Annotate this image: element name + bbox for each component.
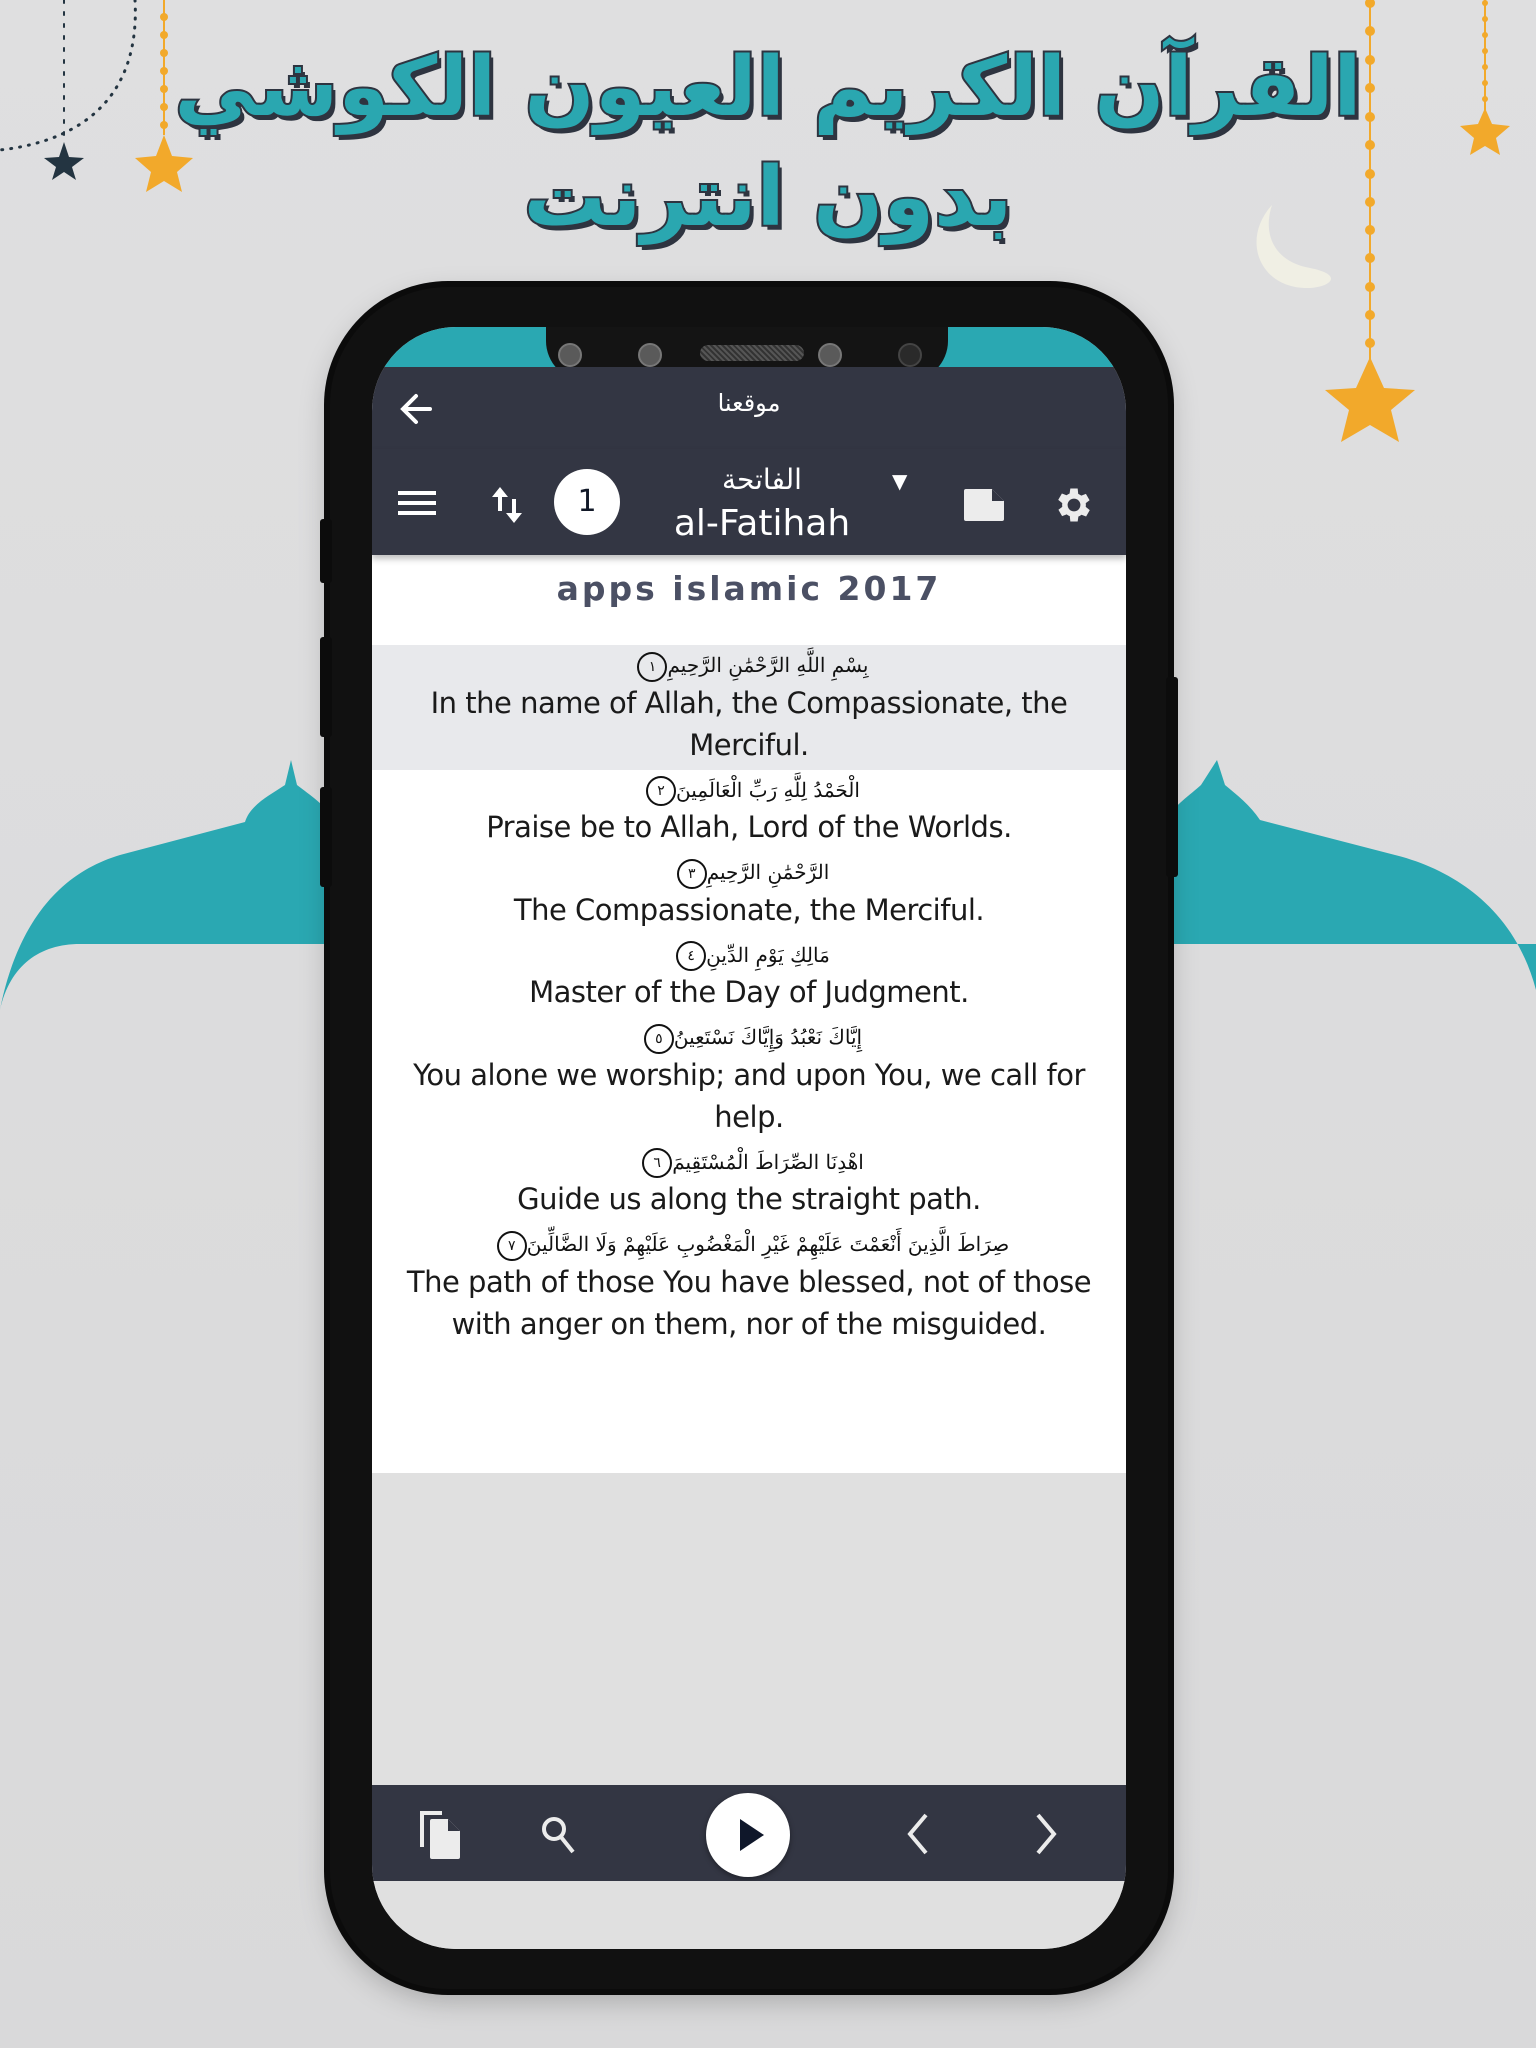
verse-item[interactable]: بِسْمِ اللَّهِ الرَّحْمَٰنِ الرَّحِيمِ١ I…	[372, 645, 1126, 770]
verse-translation: The path of those You have blessed, not …	[406, 1264, 1092, 1341]
swap-vertical-icon	[492, 487, 522, 523]
copy-icon	[420, 1811, 460, 1859]
verse-arabic-text: اهْدِنَا الصِّرَاطَ الْمُسْتَقِيمَ	[672, 1149, 864, 1174]
verse-item[interactable]: الْحَمْدُ لِلَّهِ رَبِّ الْعَالَمِينَ٢ Pr…	[372, 770, 1126, 853]
promo-title-line2: بدون انترنت	[522, 148, 1017, 247]
verse-translation: In the name of Allah, the Compassionate,…	[430, 685, 1068, 762]
chevron-left-icon	[907, 1813, 928, 1855]
verse-translation: The Compassionate, the Merciful.	[513, 892, 985, 927]
verse-number-badge: ٥	[643, 1023, 674, 1054]
earpiece-speaker	[700, 345, 804, 361]
sura-number-badge[interactable]: 1	[554, 469, 620, 535]
verse-number-badge: ٢	[646, 776, 677, 806]
verse-list: بِسْمِ اللَّهِ الرَّحْمَٰنِ الرَّحِيمِ١ I…	[372, 645, 1126, 1349]
phone-screen: موقعنا 1 الفاتحة al-Fatihah ▼ apps islam…	[372, 327, 1126, 1949]
verse-arabic: بِسْمِ اللَّهِ الرَّحْمَٰنِ الرَّحِيمِ١	[380, 649, 1118, 682]
promo-title-line1: القرآن الكريم العيون الكوشي	[173, 38, 1366, 137]
brand-label: apps islamic 2017	[556, 569, 942, 608]
verse-item[interactable]: اهْدِنَا الصِّرَاطَ الْمُسْتَقِيمَ٦ Guide…	[372, 1142, 1126, 1225]
verse-item[interactable]: صِرَاطَ الَّذِينَ أَنْعَمْتَ عَلَيْهِمْ …	[372, 1224, 1126, 1349]
verse-translation: Guide us along the straight path.	[517, 1182, 981, 1216]
gear-icon	[1058, 488, 1090, 522]
sura-toolbar: 1 الفاتحة al-Fatihah ▼	[372, 449, 1126, 555]
verse-arabic: صِرَاطَ الَّذِينَ أَنْعَمْتَ عَلَيْهِمْ …	[380, 1228, 1118, 1261]
sensor	[818, 343, 842, 367]
verse-arabic-text: بِسْمِ اللَّهِ الرَّحْمَٰنِ الرَّحِيمِ	[667, 653, 869, 677]
verse-arabic: اهْدِنَا الصِّرَاطَ الْمُسْتَقِيمَ٦	[380, 1146, 1118, 1178]
settings-button[interactable]	[1052, 483, 1096, 527]
verse-translation: You alone we worship; and upon You, we c…	[413, 1057, 1085, 1134]
sura-selector-dropdown[interactable]: الفاتحة al-Fatihah	[632, 457, 892, 549]
phone-mockup: موقعنا 1 الفاتحة al-Fatihah ▼ apps islam…	[320, 287, 1178, 1989]
play-button[interactable]	[706, 1793, 790, 1877]
verse-translation: Master of the Day of Judgment.	[529, 975, 969, 1009]
sensor	[638, 343, 662, 367]
verse-arabic-text: الرَّحْمَٰنِ الرَّحِيمِ	[706, 860, 830, 884]
search-icon	[542, 1817, 575, 1854]
verse-arabic-text: مَالِكِ يَوْمِ الدِّينِ	[706, 942, 830, 967]
topbar-title[interactable]: موقعنا	[372, 389, 1126, 417]
verse-arabic-text: صِرَاطَ الَّذِينَ أَنْعَمْتَ عَلَيْهِمْ …	[526, 1232, 1010, 1256]
verse-item[interactable]: مَالِكِ يَوْمِ الدِّينِ٤ Master of the Da…	[372, 935, 1126, 1018]
verse-arabic: الْحَمْدُ لِلَّهِ رَبِّ الْعَالَمِينَ٢	[380, 774, 1118, 806]
sura-name-english: al-Fatihah	[673, 503, 851, 544]
phone-volume-down	[320, 787, 332, 887]
verse-arabic: إِيَّاكَ نَعْبُدُ وَإِيَّاكَ نَسْتَعِينُ…	[380, 1021, 1118, 1054]
verse-arabic-text: إِيَّاكَ نَعْبُدُ وَإِيَّاكَ نَسْتَعِينُ	[673, 1025, 863, 1049]
copy-button[interactable]	[420, 1811, 462, 1861]
verse-arabic-text: الْحَمْدُ لِلَّهِ رَبِّ الْعَالَمِينَ	[676, 777, 860, 802]
mosque-silhouette-right	[1165, 760, 1536, 990]
chevron-right-icon	[1036, 1813, 1057, 1855]
note-icon	[964, 489, 1004, 521]
mosque-silhouette-left	[0, 760, 340, 1010]
verse-arabic: الرَّحْمَٰنِ الرَّحِيمِ٣	[380, 856, 1118, 889]
note-button[interactable]	[962, 487, 1006, 523]
verse-number-badge: ٣	[676, 858, 707, 889]
verse-number-badge: ٤	[676, 941, 707, 971]
verse-translation: Praise be to Allah, Lord of the Worlds.	[486, 810, 1012, 844]
sura-name-arabic: الفاتحة	[722, 463, 802, 496]
system-nav-area	[372, 1881, 1126, 1949]
app-top-bar: موقعنا	[372, 367, 1126, 449]
phone-side-button	[320, 519, 332, 583]
bottom-toolbar	[372, 1785, 1126, 1881]
phone-volume-up	[320, 637, 332, 737]
caret-down-icon[interactable]: ▼	[892, 469, 907, 493]
hamburger-menu-icon	[398, 491, 436, 515]
verse-arabic: مَالِكِ يَوْمِ الدِّينِ٤	[380, 939, 1118, 971]
sensor	[558, 343, 582, 367]
next-button[interactable]	[1032, 1811, 1062, 1857]
sort-button[interactable]	[490, 485, 526, 525]
search-button[interactable]	[540, 1815, 578, 1855]
verse-number-badge: ١	[637, 651, 668, 682]
verse-item[interactable]: إِيَّاكَ نَعْبُدُ وَإِيَّاكَ نَسْتَعِينُ…	[372, 1017, 1126, 1142]
previous-button[interactable]	[902, 1811, 932, 1857]
play-icon	[740, 1819, 764, 1851]
verse-item[interactable]: الرَّحْمَٰنِ الرَّحِيمِ٣ The Compassionat…	[372, 852, 1126, 935]
verse-number-badge: ٧	[496, 1230, 527, 1261]
verse-number-badge: ٦	[642, 1148, 673, 1178]
gold-star-icon	[1325, 357, 1415, 442]
menu-button[interactable]	[396, 487, 438, 519]
front-camera	[898, 343, 922, 367]
phone-power-button	[1166, 677, 1178, 877]
sura-content: apps islamic 2017 بِسْمِ اللَّهِ الرَّحْ…	[372, 555, 1126, 1473]
